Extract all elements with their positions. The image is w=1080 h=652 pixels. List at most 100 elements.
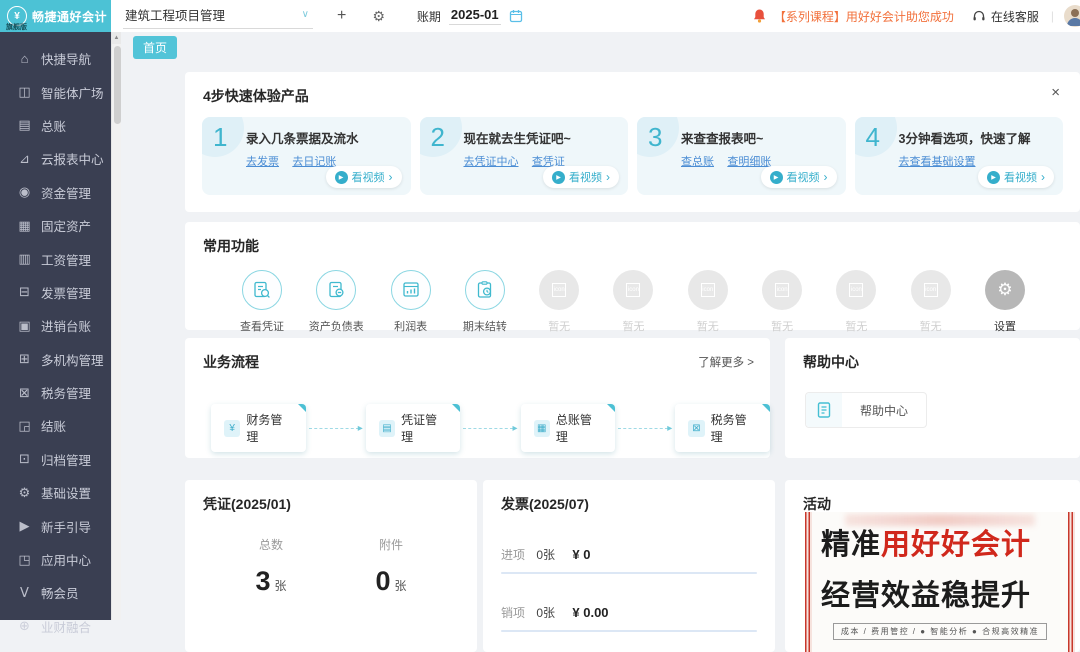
watch-video-button[interactable]: ▶ 看视频 › (326, 166, 402, 188)
divider: | (1051, 9, 1054, 23)
sidebar-item-member[interactable]: Ⅴ畅会员 (0, 576, 111, 609)
scrollbar-thumb[interactable] (114, 46, 121, 124)
learn-more-link[interactable]: 了解更多 > (698, 354, 754, 370)
sidebar-item-basic-settings[interactable]: ⚙基础设置 (0, 476, 111, 509)
sidebar-item-label: 固定资产 (41, 216, 91, 235)
main-content: 首页 4步快速体验产品 × 1 录入几条票据及流水 去发票 去日记账 ▶ 看视频… (121, 32, 1080, 620)
sidebar-item-label: 进销台账 (41, 316, 91, 335)
sidebar-item-app-center[interactable]: ◳ 应用中心 (0, 543, 111, 576)
tax-icon: ⊠ (17, 385, 32, 401)
period-value[interactable]: 2025-01 (449, 7, 501, 25)
sidebar-item-payroll[interactable]: ▥工资管理 (0, 242, 111, 275)
sidebar-item-agent-plaza[interactable]: ◫智能体广场 (0, 75, 111, 108)
sidebar-item-general-ledger[interactable]: ▤总账 (0, 109, 111, 142)
help-center-card[interactable]: 帮助中心 (805, 392, 927, 428)
sidebar-item-cloud-reports[interactable]: ⊿云报表中心 (0, 142, 111, 175)
brand-name: 畅捷通好会计 (32, 8, 107, 25)
brand-logo: ¥ 畅捷通好会计 旗舰版 (0, 0, 111, 32)
sidebar-scrollbar[interactable]: ▲ (111, 32, 121, 620)
sidebar-menu: ⌂快捷导航 ◫智能体广场 ▤总账 ⊿云报表中心 ◉资金管理 ▦固定资产 ▥工资管… (0, 32, 111, 643)
tab-home[interactable]: 首页 (133, 36, 177, 59)
sidebar-item-tax-mgmt[interactable]: ⊠税务管理 (0, 376, 111, 409)
watch-video-label: 看视频 (787, 169, 820, 185)
divider (501, 630, 757, 632)
sidebar-item-multi-org[interactable]: ⊞多机构管理 (0, 343, 111, 376)
vip-icon: Ⅴ (17, 585, 32, 601)
apps-icon: ◳ (17, 552, 32, 568)
link-go-journal[interactable]: 去日记账 (292, 156, 336, 168)
bell-icon[interactable] (752, 8, 767, 24)
finance-icon: ¥ (224, 420, 240, 437)
voucher-panel: 凭证(2025/01) 总数 3张 附件 0张 (185, 480, 477, 652)
step-title: 现在就去生凭证吧~ (464, 128, 619, 147)
play-icon: ▶ (770, 171, 783, 184)
sidebar-item-funds[interactable]: ◉资金管理 (0, 176, 111, 209)
watch-video-button[interactable]: ▶ 看视频 › (761, 166, 837, 188)
help-center-panel: 帮助中心 帮助中心 (785, 338, 1080, 458)
sidebar-item-beginner-guide[interactable]: ▶新手引导 (0, 509, 111, 542)
chevron-right-icon: › (1041, 170, 1045, 184)
step-title: 3分钟看选项，快速了解 (899, 128, 1054, 147)
flow-arrow-icon: ▸ (618, 423, 672, 434)
function-profit-statement[interactable]: 利润表 (378, 270, 444, 334)
workflow-node-finance[interactable]: ¥ 财务管理 (211, 404, 306, 452)
online-service-button[interactable]: 在线客服 (972, 8, 1039, 25)
quickstart-title: 4步快速体验产品 (185, 72, 1080, 106)
scroll-up-arrow-icon[interactable]: ▲ (112, 32, 121, 44)
calendar-icon[interactable] (509, 9, 523, 23)
promo-banner[interactable]: 精准用好好会计 经营效益稳提升 成本 / 费用管控 / ● 智能分析 ● 合规高… (805, 512, 1075, 652)
online-service-label: 在线客服 (991, 8, 1039, 25)
step-number: 4 (866, 122, 880, 153)
watch-video-button[interactable]: ▶ 看视频 › (978, 166, 1054, 188)
sidebar-item-archive[interactable]: ⊡归档管理 (0, 443, 111, 476)
placeholder-icon: icon (613, 270, 653, 310)
workflow-title: 业务流程 (185, 338, 770, 372)
archive-icon: ⊡ (17, 451, 32, 467)
quickstart-panel: 4步快速体验产品 × 1 录入几条票据及流水 去发票 去日记账 ▶ 看视频 › … (185, 72, 1080, 212)
chevron-right-icon: › (606, 170, 610, 184)
close-icon[interactable]: × (1051, 84, 1060, 101)
home-icon: ⌂ (17, 51, 32, 66)
settings-gear-icon[interactable]: ⚙ (372, 8, 385, 25)
function-label: 暂无 (920, 318, 942, 334)
sidebar-item-label: 智能体广场 (41, 83, 104, 102)
placeholder-icon: icon (762, 270, 802, 310)
flow-arrow-icon: ▸ (309, 423, 363, 434)
user-avatar[interactable] (1064, 5, 1080, 27)
workflow-node-ledger[interactable]: ▦ 总账管理 (521, 404, 616, 452)
watch-video-button[interactable]: ▶ 看视频 › (543, 166, 619, 188)
sidebar-item-purchase-sales[interactable]: ▣进销台账 (0, 309, 111, 342)
voucher-title: 凭证(2025/01) (185, 480, 477, 514)
sidebar-item-invoice-mgmt[interactable]: ⊟发票管理 (0, 276, 111, 309)
invoice-output-count: 0张 (536, 606, 555, 620)
sidebar-item-closing[interactable]: ◲结账 (0, 409, 111, 442)
function-period-end-closing[interactable]: 期末结转 (452, 270, 518, 334)
profit-statement-icon (391, 270, 431, 310)
sidebar-item-label: 应用中心 (41, 550, 91, 569)
sidebar-item-business-finance[interactable]: ⊕业财融合 (0, 610, 111, 643)
sidebar-item-quick-nav[interactable]: ⌂快捷导航 (0, 42, 111, 75)
course-notice-link[interactable]: 【系列课程】用好好会计助您成功 (774, 8, 954, 25)
function-settings[interactable]: ⚙ 设置 (972, 270, 1038, 334)
link-basic-settings[interactable]: 去查看基础设置 (899, 156, 976, 168)
help-center-card-label: 帮助中心 (842, 402, 926, 419)
function-label: 暂无 (697, 318, 719, 334)
voucher-total-value: 3 (255, 566, 270, 596)
link-ledger[interactable]: 查总账 (681, 156, 714, 168)
function-balance-sheet[interactable]: 资产负债表 (303, 270, 369, 334)
workflow-panel: 业务流程 了解更多 > ¥ 财务管理 ▸ ▤ 凭证管理 ▸ ▦ 总账管理 ▸ ⊠… (185, 338, 770, 458)
workflow-node-voucher[interactable]: ▤ 凭证管理 (366, 404, 461, 452)
function-view-voucher[interactable]: 查看凭证 (229, 270, 295, 334)
workflow-node-label: 总账管理 (556, 411, 602, 445)
link-voucher-center[interactable]: 去凭证中心 (464, 156, 519, 168)
company-selector[interactable]: 建筑工程项目管理 ∨ (123, 3, 313, 29)
link-go-invoice[interactable]: 去发票 (246, 156, 279, 168)
workflow-node-tax[interactable]: ⊠ 税务管理 (675, 404, 770, 452)
voucher-attach-label: 附件 (375, 536, 406, 553)
workflow-node-label: 税务管理 (711, 411, 757, 445)
help-center-title: 帮助中心 (785, 338, 1080, 372)
banner-watermark (845, 514, 1035, 526)
add-account-button[interactable]: + (337, 7, 346, 25)
link-detail-ledger[interactable]: 查明细账 (727, 156, 771, 168)
sidebar-item-fixed-assets[interactable]: ▦固定资产 (0, 209, 111, 242)
